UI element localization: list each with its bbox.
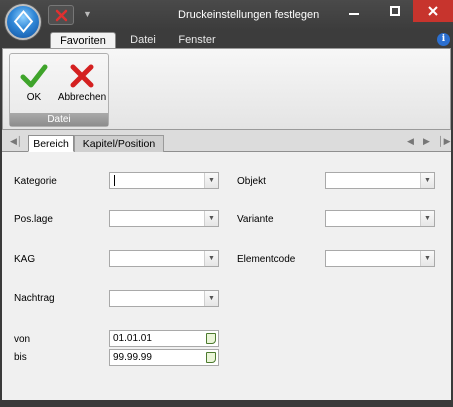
red-x-icon	[70, 64, 94, 88]
tab-prev-icon[interactable]: ◀	[407, 136, 414, 147]
von-label: von	[14, 334, 31, 345]
chevron-down-icon[interactable]: ▼	[420, 251, 434, 266]
tab-favoriten[interactable]: Favoriten	[50, 32, 116, 49]
chevron-down-icon[interactable]: ▼	[204, 291, 218, 306]
tab-fenster[interactable]: Fenster	[170, 32, 224, 49]
abbrechen-button[interactable]: Abbrechen	[54, 56, 110, 103]
window-title: Druckeinstellungen festlegen	[178, 9, 320, 21]
nachtrag-combo[interactable]: ▼	[109, 290, 219, 307]
ribbon-group-label: Datei	[10, 113, 108, 126]
chevron-down-icon[interactable]: ▼	[204, 173, 218, 188]
title-bar: ▼ Druckeinstellungen festlegen	[0, 0, 453, 30]
bis-date-field[interactable]: 99.99.99	[109, 349, 219, 366]
close-icon	[428, 6, 438, 16]
abbrechen-button-label: Abbrechen	[57, 92, 107, 103]
tab-bereich[interactable]: Bereich	[28, 135, 74, 152]
content-tab-bar: ◀│ Bereich Kapitel/Position ◀ ▶ │▶	[2, 130, 451, 152]
close-button[interactable]	[413, 0, 453, 22]
calendar-icon[interactable]	[206, 352, 216, 363]
tab-next-icon[interactable]: ▶	[423, 136, 430, 147]
bis-value: 99.99.99	[113, 352, 152, 363]
elementcode-combo[interactable]: ▼	[325, 250, 435, 267]
kategorie-combo[interactable]: ▼	[109, 172, 219, 189]
first-tab-icon[interactable]: ◀│	[10, 136, 23, 147]
checkmark-icon	[20, 64, 48, 88]
poslage-label: Pos.lage	[14, 214, 53, 225]
elementcode-label: Elementcode	[237, 254, 296, 265]
chevron-down-icon[interactable]: ▼	[420, 211, 434, 226]
ok-button[interactable]: OK	[14, 56, 54, 103]
variante-combo[interactable]: ▼	[325, 210, 435, 227]
von-value: 01.01.01	[113, 333, 152, 344]
maximize-button[interactable]	[376, 0, 414, 22]
status-bar	[0, 400, 453, 407]
help-icon[interactable]: i	[437, 33, 450, 46]
ok-button-label: OK	[26, 92, 42, 103]
objekt-label: Objekt	[237, 176, 266, 187]
tab-kapitel-position[interactable]: Kapitel/Position	[74, 135, 164, 152]
ribbon-tab-bar: Favoriten Datei Fenster i	[0, 30, 453, 49]
von-date-field[interactable]: 01.01.01	[109, 330, 219, 347]
chevron-down-icon[interactable]: ▼	[204, 251, 218, 266]
nachtrag-label: Nachtrag	[14, 293, 55, 304]
bereich-form: Kategorie ▼ Pos.lage ▼ KAG ▼ Nachtrag ▼ …	[2, 152, 451, 400]
text-cursor	[114, 175, 115, 186]
bis-label: bis	[14, 352, 27, 363]
minimize-icon	[349, 13, 359, 15]
application-menu-button[interactable]	[5, 4, 41, 40]
tab-datei[interactable]: Datei	[123, 32, 163, 49]
maximize-icon	[390, 6, 400, 16]
ribbon-group-datei: OK Abbrechen Datei	[9, 53, 109, 127]
poslage-combo[interactable]: ▼	[109, 210, 219, 227]
objekt-combo[interactable]: ▼	[325, 172, 435, 189]
kag-label: KAG	[14, 254, 36, 265]
variante-label: Variante	[237, 214, 274, 225]
kategorie-label: Kategorie	[14, 176, 57, 187]
chevron-down-icon[interactable]: ▼	[420, 173, 434, 188]
last-tab-icon[interactable]: │▶	[438, 136, 451, 147]
ribbon-panel: OK Abbrechen Datei	[2, 48, 451, 130]
quick-access-menu-icon[interactable]: ▼	[83, 9, 92, 19]
kag-combo[interactable]: ▼	[109, 250, 219, 267]
minimize-button[interactable]	[335, 0, 373, 22]
calendar-icon[interactable]	[206, 333, 216, 344]
red-x-icon	[55, 9, 68, 22]
app-logo-icon	[13, 9, 34, 34]
quick-access-cancel-button[interactable]	[48, 5, 74, 25]
chevron-down-icon[interactable]: ▼	[204, 211, 218, 226]
